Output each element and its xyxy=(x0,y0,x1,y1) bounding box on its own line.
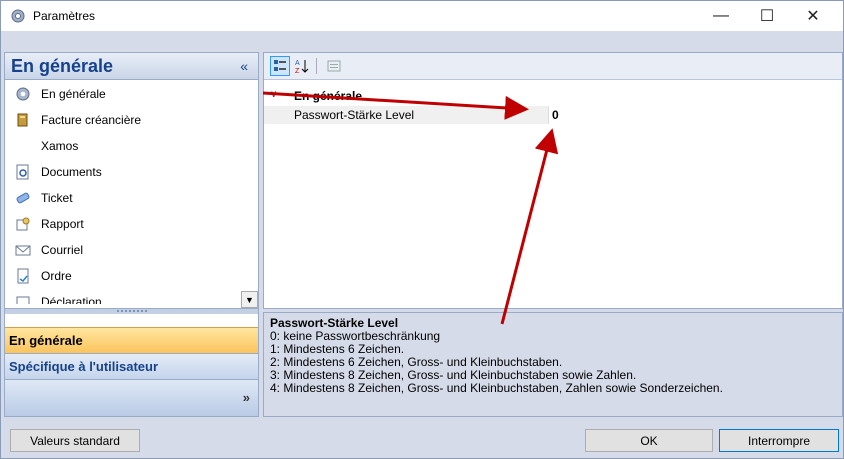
maximize-button[interactable]: ☐ xyxy=(744,1,790,31)
categorized-view-button[interactable] xyxy=(270,56,290,76)
nav-button-general[interactable]: En générale xyxy=(5,327,258,353)
minimize-button[interactable]: — xyxy=(698,1,744,31)
property-name: Passwort-Stärke Level xyxy=(284,106,549,124)
window-title: Paramètres xyxy=(33,9,96,23)
nav-item-declaration[interactable]: Déclaration xyxy=(5,289,242,304)
documents-icon xyxy=(16,164,29,180)
nav-item-ticket[interactable]: Ticket xyxy=(5,185,242,211)
nav-footer: » xyxy=(5,379,258,416)
nav-item-documents[interactable]: Documents xyxy=(5,159,242,185)
nav-item-label: Documents xyxy=(41,165,102,179)
order-icon xyxy=(17,268,29,284)
default-values-button[interactable]: Valeurs standard xyxy=(10,429,140,452)
property-description: Passwort-Stärke Level 0: keine Passwortb… xyxy=(263,312,843,417)
nav-item-mail[interactable]: Courriel xyxy=(5,237,242,263)
nav-splitter[interactable] xyxy=(5,308,258,314)
grid-category-label: En générale xyxy=(294,89,363,103)
nav-item-label: Ordre xyxy=(41,269,72,283)
description-line: 4: Mindestens 8 Zeichen, Gross- und Klei… xyxy=(270,381,723,395)
invoice-icon xyxy=(17,113,28,127)
navigation-pane: En générale « En générale Facture créanc… xyxy=(4,52,259,417)
svg-text:Z: Z xyxy=(295,68,300,74)
gear-icon xyxy=(11,9,25,23)
collapse-pane-button[interactable]: « xyxy=(240,58,248,74)
property-value[interactable]: 0 xyxy=(552,108,559,122)
property-pages-button[interactable] xyxy=(324,56,344,76)
settings-window: Paramètres — ☐ ✕ En générale « En généra… xyxy=(0,0,844,459)
nav-item-xamos[interactable]: Xamos xyxy=(5,133,242,159)
nav-button-user-specific[interactable]: Spécifique à l'utilisateur xyxy=(5,353,258,379)
ticket-icon xyxy=(16,192,30,204)
grid-category-row[interactable]: ∨ En générale xyxy=(264,87,842,105)
nav-item-label: Xamos xyxy=(41,139,79,153)
nav-item-label: Ticket xyxy=(41,191,73,205)
nav-item-label: Courriel xyxy=(41,243,84,257)
splitter-grip[interactable] xyxy=(117,310,147,312)
ok-button[interactable]: OK xyxy=(585,429,713,452)
mail-icon xyxy=(15,245,31,256)
property-pages-icon xyxy=(327,60,341,72)
report-icon xyxy=(16,217,30,231)
title-bar: Paramètres — ☐ ✕ xyxy=(1,1,843,31)
row-gutter xyxy=(264,106,284,124)
property-grid: AZ ∨ En générale Passwort-Stärke Level 0 xyxy=(263,52,843,309)
nav-item-label: Déclaration xyxy=(41,295,102,304)
nav-list: En générale Facture créancière Xamos Doc… xyxy=(5,81,258,304)
cancel-button[interactable]: Interrompre xyxy=(719,429,839,452)
toolbar-separator xyxy=(316,58,317,74)
sort-alpha-icon: AZ xyxy=(295,60,309,74)
categorized-icon xyxy=(274,60,286,71)
nav-item-order[interactable]: Ordre xyxy=(5,263,242,289)
nav-scroll-down-button[interactable]: ▼ xyxy=(241,291,258,308)
grid-property-row[interactable]: Passwort-Stärke Level 0 xyxy=(264,106,842,124)
alphabetical-view-button[interactable]: AZ xyxy=(292,56,312,76)
property-grid-toolbar: AZ xyxy=(264,53,842,80)
close-button[interactable]: ✕ xyxy=(790,1,836,31)
nav-item-general[interactable]: En générale xyxy=(5,81,242,107)
nav-item-report[interactable]: Rapport xyxy=(5,211,242,237)
nav-item-label: Facture créancière xyxy=(41,113,142,127)
nav-header: En générale « xyxy=(5,53,258,80)
nav-header-title: En générale xyxy=(11,56,114,76)
nav-item-label: Rapport xyxy=(41,217,84,231)
collapse-category-icon[interactable]: ∨ xyxy=(270,89,277,100)
nav-item-invoice[interactable]: Facture créancière xyxy=(5,107,242,133)
svg-text:A: A xyxy=(295,60,300,67)
nav-item-label: En générale xyxy=(41,87,106,101)
declaration-icon xyxy=(16,296,30,304)
description-title: Passwort-Stärke Level xyxy=(270,316,399,330)
more-buttons-chevron-icon[interactable]: » xyxy=(243,390,250,405)
gear-icon xyxy=(16,87,30,101)
